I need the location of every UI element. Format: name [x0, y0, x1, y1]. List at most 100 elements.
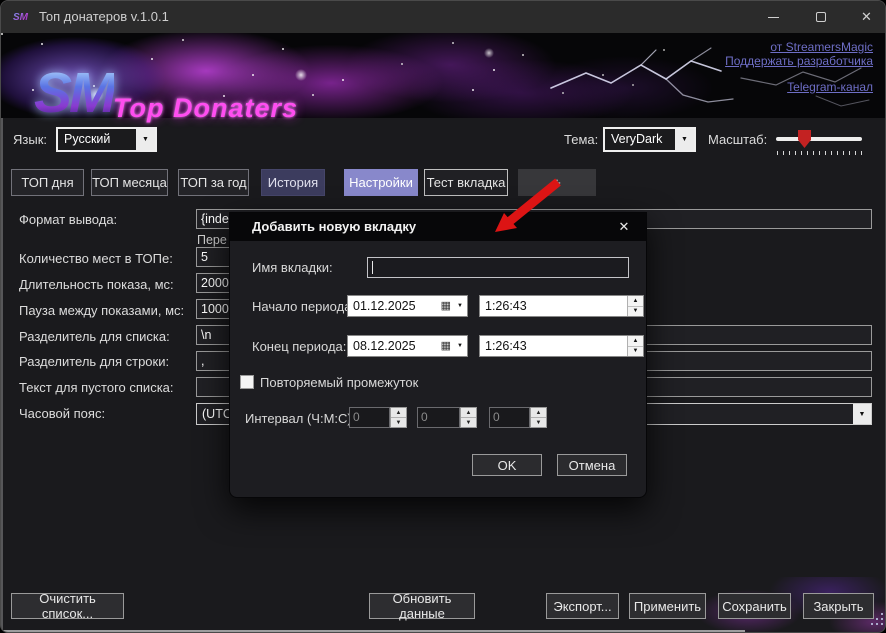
period-end-date-value: 08.12.2025	[353, 339, 416, 353]
list-separator-label: Разделитель для списка:	[19, 329, 170, 344]
close-icon: ✕	[619, 219, 630, 234]
empty-text-label: Текст для пустого списка:	[19, 380, 174, 395]
line-separator-label: Разделитель для строки:	[19, 354, 169, 369]
spin-down-icon[interactable]: ▼	[391, 417, 406, 427]
scale-slider[interactable]	[774, 127, 864, 159]
time-spinner[interactable]: ▲▼	[627, 336, 643, 356]
period-start-time-input[interactable]: 1:26:43 ▲▼	[479, 295, 644, 317]
tab-add-new[interactable]: +	[518, 169, 596, 196]
refresh-data-button[interactable]: Обновить данные	[369, 593, 475, 619]
maximize-icon	[816, 12, 826, 22]
places-label: Количество мест в ТОПе:	[19, 251, 173, 266]
link-telegram-channel[interactable]: Telegram-канал	[787, 80, 873, 94]
spin-down-icon[interactable]: ▼	[628, 346, 643, 357]
tab-top-year[interactable]: ТОП за год	[178, 169, 249, 196]
minimize-button[interactable]	[750, 1, 796, 33]
close-window-button[interactable]: Закрыть	[803, 593, 874, 619]
close-button[interactable]: ✕	[846, 1, 886, 33]
spin-up-icon[interactable]: ▲	[391, 408, 406, 417]
period-start-date-picker[interactable]: 01.12.2025 ▦ ▼	[347, 295, 468, 317]
titlebar: SM Топ донатеров v.1.0.1 ✕	[1, 1, 885, 33]
period-end-time-value: 1:26:43	[485, 339, 527, 353]
spin-up-icon[interactable]: ▲	[628, 336, 643, 346]
scale-label: Масштаб:	[708, 132, 767, 147]
repeat-checkbox[interactable]	[240, 375, 254, 389]
interval-seconds-input[interactable]: 0	[489, 407, 530, 428]
slider-thumb[interactable]	[798, 130, 811, 148]
timezone-label: Часовой пояс:	[19, 406, 105, 421]
text-cursor	[372, 261, 373, 274]
dialog-close-button[interactable]: ✕	[614, 218, 634, 236]
tab-history[interactable]: История	[261, 169, 325, 196]
tab-name-label: Имя вкладки:	[252, 260, 333, 275]
interval-minutes-spinner[interactable]: ▲▼	[460, 407, 477, 428]
cancel-button[interactable]: Отмена	[557, 454, 627, 476]
interval-hours-spinner[interactable]: ▲▼	[390, 407, 407, 428]
close-icon: ✕	[861, 9, 872, 25]
dialog-titlebar: Добавить новую вкладку ✕	[230, 213, 646, 241]
period-start-label: Начало периода:	[252, 299, 355, 314]
period-end-date-picker[interactable]: 08.12.2025 ▦ ▼	[347, 335, 468, 357]
slider-track[interactable]	[776, 137, 862, 141]
language-select[interactable]: Русский ▼	[56, 127, 157, 152]
period-start-time-value: 1:26:43	[485, 299, 527, 313]
pause-label: Пауза между показами, мс:	[19, 303, 184, 318]
slider-ticks	[777, 151, 862, 155]
period-end-time-input[interactable]: 1:26:43 ▲▼	[479, 335, 644, 357]
language-value: Русский	[64, 132, 110, 146]
dialog-title: Добавить новую вкладку	[252, 219, 416, 234]
period-end-label: Конец периода:	[252, 339, 346, 354]
chevron-down-icon: ▼	[457, 343, 463, 349]
spin-down-icon[interactable]: ▼	[628, 306, 643, 317]
chevron-down-icon: ▼	[853, 404, 871, 424]
export-button[interactable]: Экспорт...	[546, 593, 619, 619]
chevron-down-icon: ▼	[457, 303, 463, 309]
interval-seconds-spinner[interactable]: ▲▼	[530, 407, 547, 428]
window-frame-edge	[1, 118, 3, 632]
banner: SM Top Donaters от StreamersMagic Поддер…	[1, 33, 886, 118]
maximize-button[interactable]	[798, 1, 844, 33]
save-button[interactable]: Сохранить	[718, 593, 791, 619]
repeat-checkbox-label: Повторяемый промежуток	[260, 375, 418, 390]
spin-up-icon[interactable]: ▲	[531, 408, 546, 417]
format-label: Формат вывода:	[19, 212, 117, 227]
clear-list-button[interactable]: Очистить список...	[11, 593, 124, 619]
interval-label: Интервал (Ч:М:С):	[245, 411, 355, 426]
language-label: Язык:	[13, 132, 47, 147]
link-support-developer[interactable]: Поддержать разработчика	[725, 54, 873, 68]
stars-decor	[1, 33, 3, 35]
logo-text: Top Donaters	[113, 93, 298, 124]
add-tab-dialog: Добавить новую вкладку ✕ Имя вкладки: На…	[229, 212, 647, 498]
window-title: Топ донатеров v.1.0.1	[39, 9, 169, 24]
chevron-down-icon: ▼	[675, 129, 694, 150]
app-logo-icon: SM	[13, 8, 31, 26]
spin-down-icon[interactable]: ▼	[531, 417, 546, 427]
resize-grip[interactable]	[869, 613, 885, 631]
spin-down-icon[interactable]: ▼	[461, 417, 476, 427]
theme-label: Тема:	[564, 132, 598, 147]
logo-sm: SM	[34, 65, 114, 122]
variables-hint: Пере	[197, 233, 227, 247]
theme-select[interactable]: VeryDark ▼	[603, 127, 696, 152]
tab-name-input[interactable]	[367, 257, 629, 278]
tab-settings[interactable]: Настройки	[344, 169, 418, 196]
app-window: SM Топ донатеров v.1.0.1 ✕ SM Top Donate…	[0, 0, 886, 633]
time-spinner[interactable]: ▲▼	[627, 296, 643, 316]
tab-top-month[interactable]: ТОП месяца	[91, 169, 168, 196]
calendar-icon: ▦	[441, 299, 451, 312]
theme-value: VeryDark	[611, 132, 662, 146]
interval-hours-input[interactable]: 0	[349, 407, 390, 428]
chevron-down-icon: ▼	[136, 129, 155, 150]
tab-test[interactable]: Тест вкладка	[424, 169, 508, 196]
apply-button[interactable]: Применить	[629, 593, 706, 619]
spin-up-icon[interactable]: ▲	[628, 296, 643, 306]
calendar-icon: ▦	[441, 339, 451, 352]
interval-minutes-input[interactable]: 0	[417, 407, 460, 428]
spin-up-icon[interactable]: ▲	[461, 408, 476, 417]
minimize-icon	[768, 17, 779, 18]
period-start-date-value: 01.12.2025	[353, 299, 416, 313]
link-streamersmagic[interactable]: от StreamersMagic	[770, 40, 873, 54]
tab-top-day[interactable]: ТОП дня	[11, 169, 84, 196]
duration-label: Длительность показа, мс:	[19, 277, 174, 292]
ok-button[interactable]: OK	[472, 454, 542, 476]
